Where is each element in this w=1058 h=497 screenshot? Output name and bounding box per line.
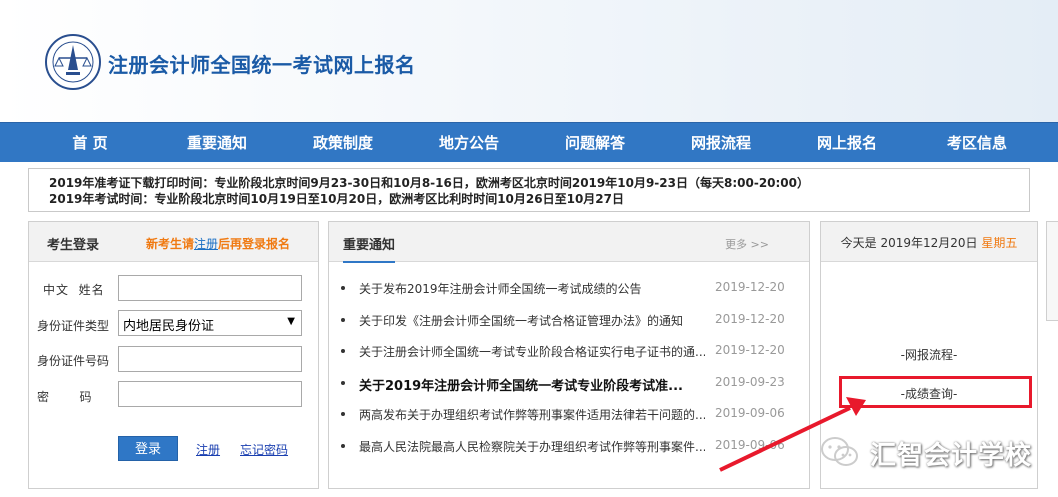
watermark: 汇智会计学校 <box>820 433 1040 473</box>
watermark-text: 汇智会计学校 <box>870 441 1033 471</box>
wechat-icon <box>821 437 858 466</box>
annotation-arrow-icon <box>719 397 866 472</box>
